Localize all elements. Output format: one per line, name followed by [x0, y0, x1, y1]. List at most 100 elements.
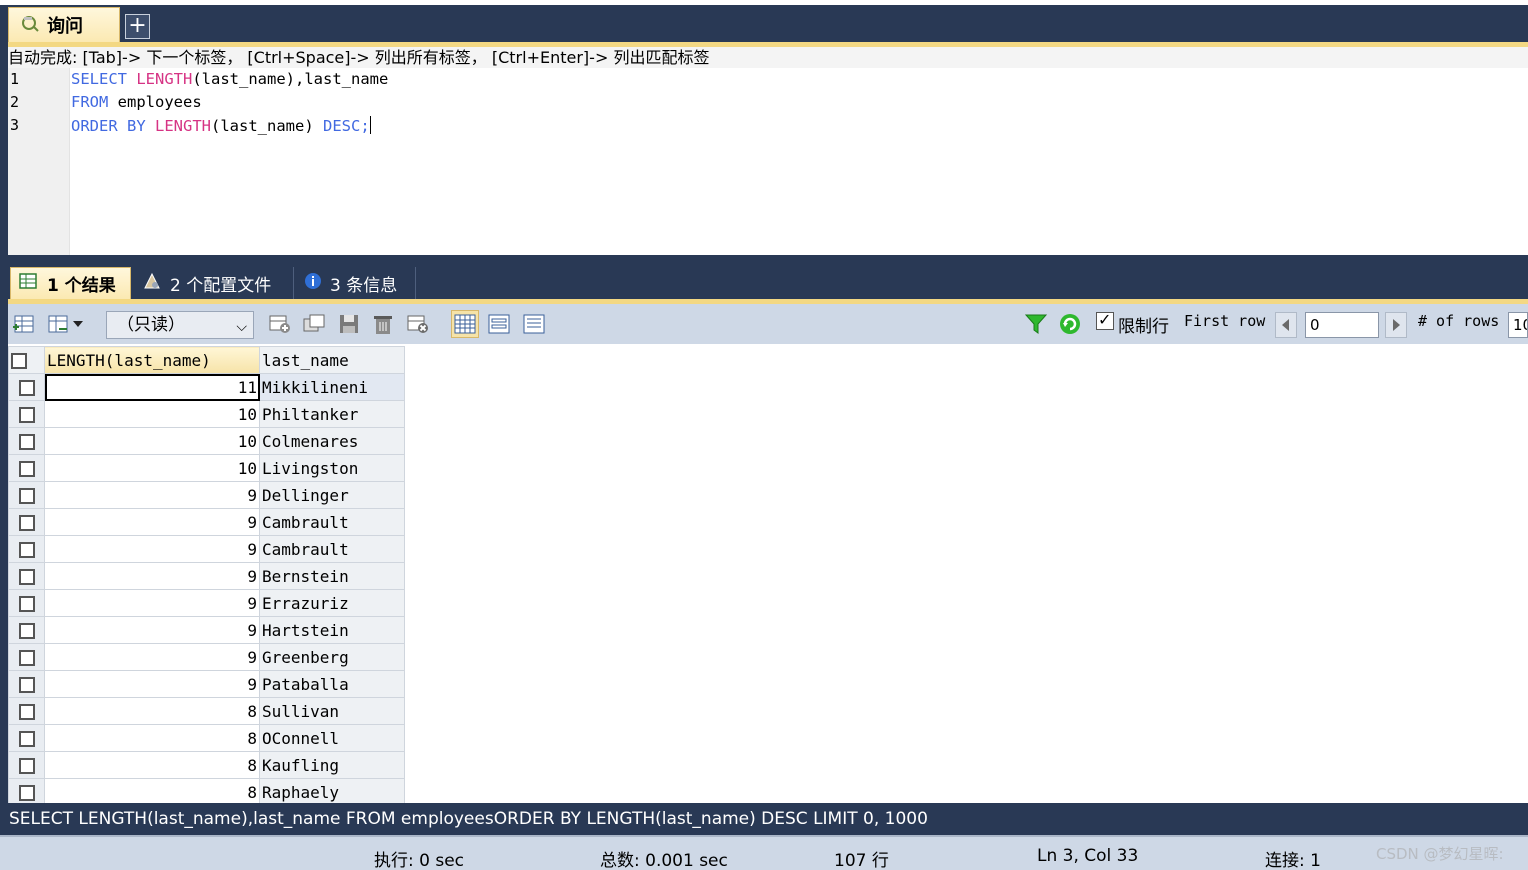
row-select-cell[interactable] [8, 481, 45, 509]
row-select-cell[interactable] [8, 454, 45, 482]
previous-page-button[interactable] [1275, 312, 1297, 338]
row-checkbox[interactable] [18, 785, 35, 801]
length-cell[interactable]: 8 [44, 724, 260, 752]
table-row[interactable]: 8 Raphaely [8, 778, 405, 803]
tab-results[interactable]: 1 个结果 [10, 267, 131, 299]
table-row[interactable]: 8 Sullivan [8, 697, 405, 725]
code-line-1[interactable]: SELECT LENGTH(last_name),last_name [71, 70, 388, 88]
form-view-icon[interactable] [485, 310, 513, 338]
length-cell[interactable]: 9 [44, 643, 260, 671]
text-view-icon[interactable] [520, 310, 548, 338]
row-checkbox[interactable] [18, 596, 35, 612]
duplicate-row-button[interactable] [300, 310, 328, 338]
row-checkbox[interactable] [18, 623, 35, 639]
row-checkbox[interactable] [18, 488, 35, 504]
add-row-button[interactable] [266, 310, 294, 338]
save-icon[interactable] [335, 310, 363, 338]
last-name-cell[interactable]: Mikkilineni [259, 373, 405, 401]
row-checkbox[interactable] [18, 380, 35, 396]
length-cell[interactable]: 9 [44, 562, 260, 590]
next-page-button[interactable] [1385, 312, 1407, 338]
row-select-cell[interactable] [8, 589, 45, 617]
length-cell[interactable]: 10 [44, 427, 260, 455]
grid-mode-select[interactable]: （只读） ⌵ [106, 311, 254, 339]
first-row-input[interactable]: 0 [1305, 312, 1379, 338]
length-cell[interactable]: 11 [44, 373, 260, 401]
last-name-cell[interactable]: Hartstein [259, 616, 405, 644]
row-checkbox[interactable] [18, 758, 35, 774]
table-row[interactable]: 9 Bernstein [8, 562, 405, 590]
add-tab-button[interactable]: + [125, 14, 150, 39]
last-name-cell[interactable]: Sullivan [259, 697, 405, 725]
length-cell[interactable]: 9 [44, 670, 260, 698]
row-checkbox[interactable] [18, 731, 35, 747]
row-select-cell[interactable] [8, 400, 45, 428]
last-name-cell[interactable]: Cambrault [259, 508, 405, 536]
code-line-2[interactable]: FROM employees [71, 93, 202, 111]
column-header-length[interactable]: LENGTH(last_name) [44, 346, 260, 374]
table-row[interactable]: 11 Mikkilineni [8, 373, 405, 401]
table-row[interactable]: 10 Livingston [8, 454, 405, 482]
filter-icon[interactable] [1022, 310, 1050, 338]
column-header-last-name[interactable]: last_name [259, 346, 405, 374]
row-checkbox[interactable] [18, 407, 35, 423]
export-grid-button[interactable] [10, 310, 38, 338]
select-all-cell[interactable] [8, 346, 45, 374]
row-checkbox[interactable] [18, 542, 35, 558]
length-cell[interactable]: 9 [44, 508, 260, 536]
row-checkbox[interactable] [18, 569, 35, 585]
last-name-cell[interactable]: Livingston [259, 454, 405, 482]
table-row[interactable]: 9 Dellinger [8, 481, 405, 509]
refresh-icon[interactable] [1056, 310, 1084, 338]
last-name-cell[interactable]: Colmenares [259, 427, 405, 455]
row-checkbox[interactable] [18, 515, 35, 531]
row-select-cell[interactable] [8, 616, 45, 644]
length-cell[interactable]: 9 [44, 481, 260, 509]
length-cell[interactable]: 8 [44, 778, 260, 803]
row-checkbox[interactable] [18, 677, 35, 693]
sql-editor[interactable]: 1 2 3 SELECT LENGTH(last_name),last_name… [8, 68, 1528, 255]
table-row[interactable]: 9 Errazuriz [8, 589, 405, 617]
length-cell[interactable]: 8 [44, 697, 260, 725]
last-name-cell[interactable]: Cambrault [259, 535, 405, 563]
length-cell[interactable]: 9 [44, 535, 260, 563]
table-row[interactable]: 8 Kaufling [8, 751, 405, 779]
table-row[interactable]: 9 Cambrault [8, 535, 405, 563]
length-cell[interactable]: 10 [44, 400, 260, 428]
last-name-cell[interactable]: Raphaely [259, 778, 405, 803]
code-line-3[interactable]: ORDER BY LENGTH(last_name) DESC; [71, 116, 371, 135]
length-cell[interactable]: 8 [44, 751, 260, 779]
row-select-cell[interactable] [8, 724, 45, 752]
cancel-changes-icon[interactable] [404, 310, 432, 338]
rows-count-input[interactable]: 10 [1508, 312, 1528, 338]
row-select-cell[interactable] [8, 508, 45, 536]
import-grid-button[interactable] [44, 310, 72, 338]
last-name-cell[interactable]: Pataballa [259, 670, 405, 698]
row-checkbox[interactable] [18, 650, 35, 666]
last-name-cell[interactable]: Greenberg [259, 643, 405, 671]
length-cell[interactable]: 9 [44, 616, 260, 644]
row-checkbox[interactable] [18, 434, 35, 450]
last-name-cell[interactable]: Dellinger [259, 481, 405, 509]
length-cell[interactable]: 9 [44, 589, 260, 617]
limit-rows-checkbox[interactable] [1096, 310, 1114, 330]
chevron-down-icon[interactable] [70, 310, 86, 338]
row-select-cell[interactable] [8, 535, 45, 563]
tab-messages[interactable]: 3 条信息 [296, 267, 416, 299]
query-tab[interactable]: 询问 [8, 7, 120, 42]
table-row[interactable]: 8 OConnell [8, 724, 405, 752]
tab-profiles[interactable]: 2 个配置文件 [134, 267, 294, 299]
table-row[interactable]: 10 Philtanker [8, 400, 405, 428]
table-row[interactable]: 9 Pataballa [8, 670, 405, 698]
table-row[interactable]: 9 Greenberg [8, 643, 405, 671]
delete-row-icon[interactable] [369, 310, 397, 338]
last-name-cell[interactable]: Errazuriz [259, 589, 405, 617]
row-select-cell[interactable] [8, 373, 45, 401]
last-name-cell[interactable]: Kaufling [259, 751, 405, 779]
row-select-cell[interactable] [8, 562, 45, 590]
table-row[interactable]: 9 Hartstein [8, 616, 405, 644]
table-row[interactable]: 10 Colmenares [8, 427, 405, 455]
table-row[interactable]: 9 Cambrault [8, 508, 405, 536]
length-cell[interactable]: 10 [44, 454, 260, 482]
row-select-cell[interactable] [8, 643, 45, 671]
